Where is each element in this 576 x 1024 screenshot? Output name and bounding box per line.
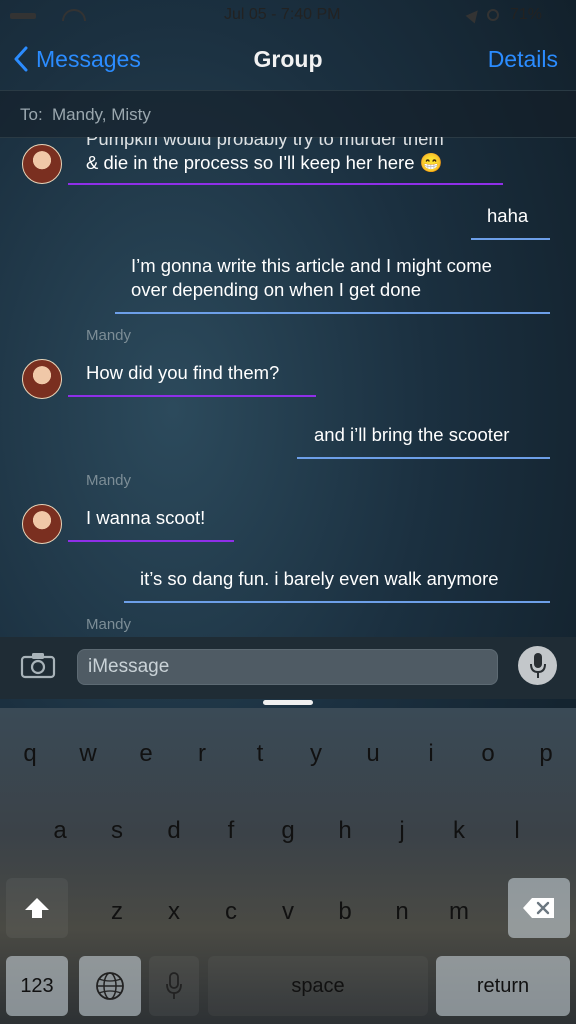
key-s[interactable]: s	[97, 817, 137, 845]
sender-name: Mandy	[86, 616, 132, 633]
key-k[interactable]: k	[439, 817, 479, 845]
key-u[interactable]: u	[353, 740, 393, 768]
globe-icon	[96, 972, 124, 1000]
shift-arrow-icon	[25, 898, 49, 918]
key-a[interactable]: a	[40, 817, 80, 845]
avatar[interactable]	[22, 504, 62, 544]
shift-key[interactable]	[6, 878, 68, 938]
incoming-message[interactable]: How did you find them?	[68, 361, 316, 397]
space-key-label: space	[291, 974, 345, 997]
key-x[interactable]: x	[154, 898, 194, 926]
camera-icon	[20, 653, 56, 679]
message-text-line: Pumpkin would probably try to murder the…	[86, 137, 444, 149]
key-v[interactable]: v	[268, 898, 308, 926]
status-bar: Jul 05 - 7:40 PM 71%	[0, 0, 576, 30]
space-key[interactable]: space	[208, 956, 428, 1016]
message-text: I wanna scoot!	[86, 507, 206, 528]
message-text-line: I’m gonna write this article and I might…	[131, 255, 492, 276]
message-text: How did you find them?	[86, 362, 280, 383]
details-button[interactable]: Details	[488, 46, 558, 73]
to-label: To:	[20, 105, 43, 124]
key-o[interactable]: o	[468, 740, 508, 768]
navigation-bar: Messages Group Details	[0, 30, 576, 90]
status-time: Jul 05 - 7:40 PM	[224, 6, 341, 23]
recipients-bar[interactable]: To: Mandy, Misty	[0, 90, 576, 138]
outgoing-message[interactable]: it’s so dang fun. i barely even walk any…	[124, 567, 550, 603]
compose-bar	[0, 637, 576, 699]
message-text-line: & die in the process so I'll keep her he…	[86, 152, 443, 173]
globe-key[interactable]	[79, 956, 141, 1016]
microphone-icon	[529, 652, 546, 678]
message-thread[interactable]: Pumpkin would probably try to murder the…	[0, 137, 576, 635]
dictation-button[interactable]	[518, 646, 557, 685]
recipient-names: Mandy, Misty	[52, 105, 151, 124]
key-l[interactable]: l	[497, 817, 537, 845]
key-t[interactable]: t	[240, 740, 280, 768]
sender-name: Mandy	[86, 327, 132, 344]
return-key[interactable]: return	[436, 956, 570, 1016]
message-text-line: over depending on when I get done	[131, 279, 422, 300]
return-key-label: return	[476, 974, 530, 997]
message-text: haha	[487, 205, 529, 226]
location-icon	[465, 6, 483, 24]
outgoing-message[interactable]: and i’ll bring the scooter	[297, 423, 550, 459]
alarm-icon	[487, 9, 499, 21]
key-j[interactable]: j	[382, 817, 422, 845]
signal-icon	[10, 13, 36, 19]
microphone-icon	[166, 972, 182, 999]
avatar[interactable]	[22, 144, 62, 184]
key-b[interactable]: b	[325, 898, 365, 926]
battery-percent: 71%	[510, 6, 543, 23]
key-g[interactable]: g	[268, 817, 308, 845]
key-i[interactable]: i	[411, 740, 451, 768]
keyboard-drag-handle[interactable]	[263, 700, 313, 705]
outgoing-message[interactable]: I’m gonna write this article and I might…	[115, 254, 550, 314]
key-z[interactable]: z	[97, 898, 137, 926]
keyboard: q w e r t y u i o p a s d f g h j k l z …	[0, 708, 576, 1024]
dictation-key[interactable]	[149, 956, 199, 1016]
wifi-icon	[62, 9, 86, 21]
message-input[interactable]	[77, 649, 498, 685]
numbers-key-label: 123	[20, 974, 54, 997]
incoming-message[interactable]: Pumpkin would probably try to murder the…	[68, 137, 503, 185]
key-q[interactable]: q	[10, 740, 50, 768]
key-e[interactable]: e	[126, 740, 166, 768]
key-c[interactable]: c	[211, 898, 251, 926]
numbers-key[interactable]: 123	[6, 956, 68, 1016]
delete-key[interactable]	[508, 878, 570, 938]
outgoing-message[interactable]: haha	[471, 204, 550, 240]
key-r[interactable]: r	[182, 740, 222, 768]
sender-name: Mandy	[86, 472, 132, 489]
message-text: and i’ll bring the scooter	[314, 424, 510, 445]
backspace-icon	[523, 898, 554, 918]
message-text: it’s so dang fun. i barely even walk any…	[140, 568, 499, 589]
key-d[interactable]: d	[154, 817, 194, 845]
key-n[interactable]: n	[382, 898, 422, 926]
key-m[interactable]: m	[439, 898, 479, 926]
camera-button[interactable]	[20, 651, 56, 684]
incoming-message[interactable]: I wanna scoot!	[68, 506, 234, 542]
key-w[interactable]: w	[68, 740, 108, 768]
avatar[interactable]	[22, 359, 62, 399]
key-y[interactable]: y	[296, 740, 336, 768]
key-h[interactable]: h	[325, 817, 365, 845]
key-f[interactable]: f	[211, 817, 251, 845]
key-p[interactable]: p	[526, 740, 566, 768]
